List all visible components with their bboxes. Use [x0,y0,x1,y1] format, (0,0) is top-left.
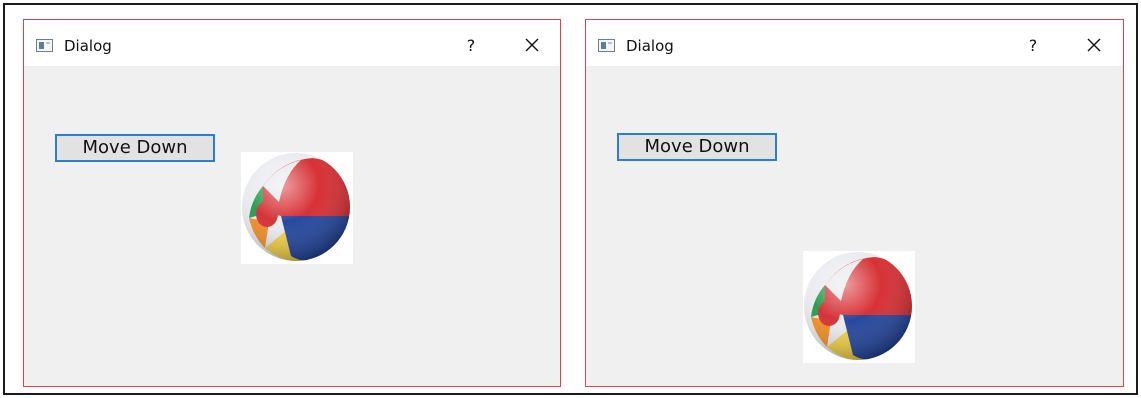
help-button[interactable]: ? [455,31,487,61]
title-bar[interactable]: Dialog ? [24,20,560,66]
beach-ball-image [803,251,915,363]
close-icon [1087,38,1101,52]
app-window-icon [36,39,53,52]
close-icon [525,38,539,52]
help-button[interactable]: ? [1017,31,1049,61]
screenshot-frame: Dialog ? Move Down Dialog ? Move Down [3,3,1138,395]
window-title: Dialog [64,37,112,55]
close-button[interactable] [1078,31,1110,61]
window-title: Dialog [626,37,674,55]
beach-ball-image [241,152,353,264]
move-down-button[interactable]: Move Down [617,133,777,161]
app-window-icon [598,39,615,52]
title-bar[interactable]: Dialog ? [586,20,1123,66]
dialog-before: Dialog ? Move Down [23,19,561,387]
dialog-after: Dialog ? Move Down [585,19,1124,387]
move-down-button[interactable]: Move Down [55,134,215,162]
close-button[interactable] [516,31,548,61]
